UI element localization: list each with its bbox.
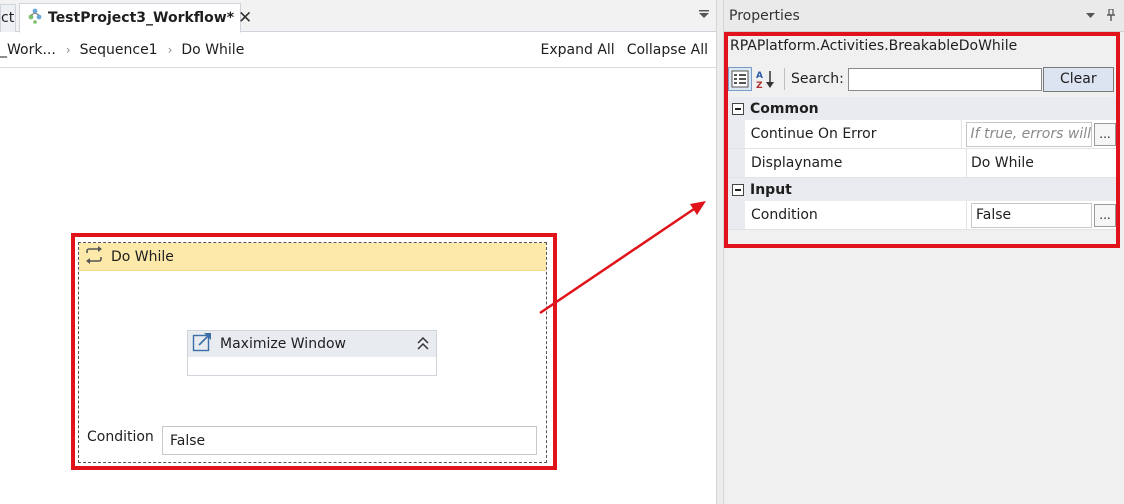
tab-previous[interactable]: ct	[0, 4, 16, 32]
continue-on-error-field[interactable]: If true, errors will	[965, 121, 1092, 147]
collapse-chevron-icon[interactable]	[416, 335, 430, 353]
property-name: Condition	[745, 201, 967, 229]
breadcrumb-separator-icon: ›	[65, 43, 71, 57]
do-while-title: Do While	[111, 248, 174, 265]
close-icon[interactable]: ✕	[238, 9, 252, 27]
maximize-window-title: Maximize Window	[220, 336, 346, 352]
breadcrumb-item-workflow[interactable]: _Work...	[0, 42, 56, 58]
property-name: Continue On Error	[745, 120, 962, 148]
property-name: Displayname	[745, 149, 967, 177]
category-input[interactable]: Input	[728, 178, 1118, 201]
search-input[interactable]	[847, 67, 1042, 91]
ellipsis-button[interactable]: ...	[1094, 203, 1116, 227]
expand-all-link[interactable]: Expand All	[541, 42, 615, 58]
category-label: Common	[750, 100, 819, 117]
do-while-activity[interactable]: Do While Maximize Window Condition False	[78, 242, 547, 463]
activity-type-name: RPAPlatform.Activities.BreakableDoWhile	[730, 38, 1018, 54]
pin-icon[interactable]	[1106, 8, 1116, 25]
condition-label: Condition	[87, 429, 154, 445]
workflow-designer: ct TestProject3_Workflow* ✕ _Work... › S…	[0, 0, 716, 504]
svg-text:Z: Z	[756, 81, 763, 89]
tab-previous-label: ct	[1, 10, 15, 26]
tab-dropdown-icon[interactable]	[698, 8, 710, 20]
property-row-continue-on-error: Continue On Error If true, errors will .…	[728, 120, 1118, 149]
panel-dropdown-icon[interactable]	[1085, 9, 1096, 25]
properties-title: Properties	[729, 7, 800, 24]
property-row-displayname: Displayname Do While	[728, 149, 1118, 178]
category-label: Input	[750, 181, 792, 198]
maximize-window-icon	[192, 332, 212, 356]
collapse-toggle-icon[interactable]	[732, 102, 744, 115]
breadcrumb-item-sequence1[interactable]: Sequence1	[80, 42, 158, 58]
ellipsis-button[interactable]: ...	[1094, 122, 1116, 146]
maximize-window-activity[interactable]: Maximize Window	[187, 330, 437, 376]
tab-testproject3-workflow[interactable]: TestProject3_Workflow* ✕	[19, 3, 252, 33]
loop-icon	[83, 245, 105, 268]
condition-property-field[interactable]: False	[971, 202, 1092, 228]
search-label: Search:	[791, 71, 844, 87]
collapse-all-link[interactable]: Collapse All	[627, 42, 708, 58]
category-common[interactable]: Common	[728, 97, 1118, 120]
condition-field[interactable]	[162, 426, 537, 455]
breadcrumb-item-do-while[interactable]: Do While	[181, 42, 244, 58]
properties-header: Properties	[724, 0, 1124, 32]
collapse-toggle-icon[interactable]	[732, 183, 744, 196]
clear-button[interactable]: Clear	[1042, 66, 1114, 92]
property-grid: Common Continue On Error If true, errors…	[728, 97, 1118, 230]
panel-splitter[interactable]	[716, 0, 724, 504]
breadcrumb: _Work... › Sequence1 › Do While Expand A…	[0, 33, 716, 68]
do-while-header[interactable]: Do While	[79, 243, 546, 271]
categorized-view-icon[interactable]	[728, 67, 752, 91]
workflow-icon	[28, 8, 42, 28]
properties-toolbar: A Z Search: Clear	[728, 64, 1118, 94]
sort-alphabetical-icon[interactable]: A Z	[754, 67, 778, 91]
document-tabstrip: ct TestProject3_Workflow* ✕	[0, 0, 716, 33]
svg-text:A: A	[756, 71, 763, 81]
displayname-field[interactable]: Do While	[971, 155, 1034, 171]
tab-title: TestProject3_Workflow*	[48, 10, 235, 26]
breadcrumb-separator-icon: ›	[167, 43, 173, 57]
property-row-condition: Condition False ...	[728, 201, 1118, 230]
toolbar-divider	[784, 68, 785, 90]
properties-panel: Properties RPAPlatform.Activities.Breaka…	[724, 0, 1124, 504]
